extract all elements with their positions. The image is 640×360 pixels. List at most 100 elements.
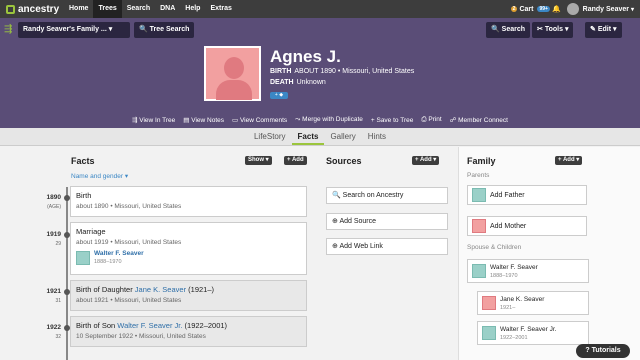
cart-count-badge: 2 xyxy=(510,6,518,12)
event-age: (AGE) xyxy=(47,204,61,210)
user-menu[interactable]: Randy Seaver xyxy=(583,6,629,13)
fact-title: Birth of Son Walter F. Seaver Jr. (1922–… xyxy=(76,321,301,330)
cart-link[interactable]: Cart xyxy=(519,6,533,13)
spouse-dates: 1888–1970 xyxy=(94,259,122,265)
top-nav-bar: ancestry Home Trees Search DNA Help Extr… xyxy=(0,0,640,18)
facts-column: Facts Show ▾ + Add Name and gender ▾ 189… xyxy=(40,147,316,360)
add-source-button[interactable]: ⊕ Add Source xyxy=(326,213,448,230)
nav-extras[interactable]: Extras xyxy=(205,0,236,18)
member-connect-link[interactable]: ☍ Member Connect xyxy=(450,116,508,124)
child-dates: 1921– xyxy=(500,304,516,311)
person-header: Agnes J. BIRTH ABOUT 1890 • Missouri, Uni… xyxy=(0,42,640,112)
view-comments-link[interactable]: ▭ View Comments xyxy=(232,116,287,124)
view-notes-label: View Notes xyxy=(191,117,224,124)
edit-label: Edit xyxy=(597,26,612,33)
add-father-button[interactable]: Add Father xyxy=(467,185,587,205)
child-card[interactable]: Jane K. Seaver 1921– xyxy=(477,291,589,315)
birth-label: BIRTH xyxy=(270,68,292,75)
tree-name-label: Randy Seaver's Family ... xyxy=(23,26,107,33)
event-year: 1921 xyxy=(46,288,61,295)
chevron-down-icon: ▾ xyxy=(433,157,437,163)
child-link[interactable]: Jane K. Seaver xyxy=(135,285,186,294)
add-family-dropdown[interactable]: + Add ▾ xyxy=(555,156,583,165)
notification-badge[interactable]: 99+ xyxy=(537,6,550,12)
help-circle-icon: ? xyxy=(585,347,590,354)
spouse-card[interactable]: Walter F. Seaver 1888–1970 xyxy=(467,259,589,283)
spouse-link[interactable]: Walter F. Seaver 1888–1970 xyxy=(76,250,301,265)
fact-detail: about 1921 • Missouri, United States xyxy=(76,297,182,304)
sources-title: Sources xyxy=(326,156,362,166)
timeline-line xyxy=(66,187,68,360)
add-web-link-label: Add Web Link xyxy=(339,243,383,250)
dna-match-badge[interactable]: + ◆ xyxy=(270,92,288,99)
fact-detail: about 1890 • Missouri, United States xyxy=(76,203,182,210)
merge-duplicate-link[interactable]: ⤳ Merge with Duplicate xyxy=(295,116,363,124)
fact-card-birth[interactable]: Birth about 1890 • Missouri, United Stat… xyxy=(70,186,307,217)
birth-value: ABOUT 1890 • Missouri, United States xyxy=(294,68,415,75)
add-family-label: + Add xyxy=(558,157,575,163)
tutorials-label: Tutorials xyxy=(591,347,621,354)
event-year: 1922 xyxy=(46,324,61,331)
nav-home[interactable]: Home xyxy=(64,0,93,18)
child-link[interactable]: Walter F. Seaver Jr. xyxy=(117,321,182,330)
show-button[interactable]: Show ▾ xyxy=(245,156,272,165)
bell-icon[interactable]: 🔔 xyxy=(552,5,561,13)
male-avatar-icon xyxy=(482,326,496,340)
tree-name-dropdown[interactable]: Randy Seaver's Family ... ▾ xyxy=(18,22,130,38)
fact-title: Birth of Daughter Jane K. Seaver (1921–) xyxy=(76,285,301,294)
edit-button[interactable]: ✎ Edit ▾ xyxy=(585,22,622,38)
tools-icon: ✂ xyxy=(537,26,543,33)
fact-title: Marriage xyxy=(76,227,106,236)
tab-hints[interactable]: Hints xyxy=(362,128,392,145)
add-father-label: Add Father xyxy=(490,191,525,199)
nav-help[interactable]: Help xyxy=(180,0,205,18)
fact-detail: 10 September 1922 • Missouri, United Sta… xyxy=(76,333,206,340)
male-avatar-icon xyxy=(76,250,90,265)
female-avatar-icon xyxy=(472,219,486,233)
search-icon: 🔍 xyxy=(491,26,500,33)
ancestry-leaf-icon xyxy=(6,4,15,14)
search-on-ancestry-button[interactable]: 🔍 Search on Ancestry xyxy=(326,187,448,204)
silhouette-icon xyxy=(224,57,244,79)
print-link[interactable]: ⎙ Print xyxy=(421,116,441,124)
tools-button[interactable]: ✂ Tools ▾ xyxy=(532,22,574,38)
print-label: Print xyxy=(428,116,442,123)
tree-search-button[interactable]: 🔍 Tree Search xyxy=(134,22,195,38)
add-source-label: + Add xyxy=(415,157,432,163)
tab-lifestory[interactable]: LifeStory xyxy=(248,128,292,145)
name-gender-toggle[interactable]: Name and gender ▾ xyxy=(71,172,128,180)
view-in-tree-link[interactable]: ⇶ View In Tree xyxy=(132,116,175,124)
fact-title-suffix: (1921–) xyxy=(186,285,214,294)
family-column: Family + Add ▾ Parents Add Father Add Mo… xyxy=(458,147,640,360)
tab-facts[interactable]: Facts xyxy=(291,128,325,145)
user-avatar[interactable] xyxy=(566,3,579,15)
fact-card-birth-of-daughter[interactable]: Birth of Daughter Jane K. Seaver (1921–)… xyxy=(70,280,307,311)
add-source-dropdown[interactable]: + Add ▾ xyxy=(412,156,440,165)
nav-dna[interactable]: DNA xyxy=(155,0,180,18)
chevron-down-icon: ▾ xyxy=(124,173,129,180)
nav-trees[interactable]: Trees xyxy=(93,0,122,18)
search-button[interactable]: 🔍 Search xyxy=(486,22,531,38)
fact-title: Birth xyxy=(76,191,92,200)
add-mother-button[interactable]: Add Mother xyxy=(467,216,587,236)
tab-gallery[interactable]: Gallery xyxy=(324,128,361,145)
facts-title: Facts xyxy=(71,156,95,166)
search-icon: 🔍 xyxy=(139,26,148,33)
logo-text: ancestry xyxy=(18,3,60,15)
ancestry-logo[interactable]: ancestry xyxy=(0,4,64,15)
person-portrait-placeholder[interactable] xyxy=(204,46,261,101)
add-source-button-label: Add Source xyxy=(339,218,377,225)
sources-column: Sources + Add ▾ 🔍 Search on Ancestry ⊕ A… xyxy=(316,147,458,360)
fact-card-marriage[interactable]: Marriage about 1919 • Missouri, United S… xyxy=(70,222,307,275)
name-gender-label: Name and gender xyxy=(71,173,124,180)
tutorials-button[interactable]: ? Tutorials xyxy=(576,344,630,358)
nav-search[interactable]: Search xyxy=(122,0,155,18)
child-card[interactable]: Walter F. Seaver Jr. 1922–2001 xyxy=(477,321,589,345)
add-fact-button[interactable]: + Add xyxy=(284,156,307,165)
save-to-tree-link[interactable]: + Save to Tree xyxy=(371,117,413,124)
family-title: Family xyxy=(467,156,496,166)
fact-card-birth-of-son[interactable]: Birth of Son Walter F. Seaver Jr. (1922–… xyxy=(70,316,307,347)
add-web-link-button[interactable]: ⊕ Add Web Link xyxy=(326,238,448,255)
fact-title-prefix: Birth of Daughter xyxy=(76,285,135,294)
view-notes-link[interactable]: ▤ View Notes xyxy=(183,116,224,124)
